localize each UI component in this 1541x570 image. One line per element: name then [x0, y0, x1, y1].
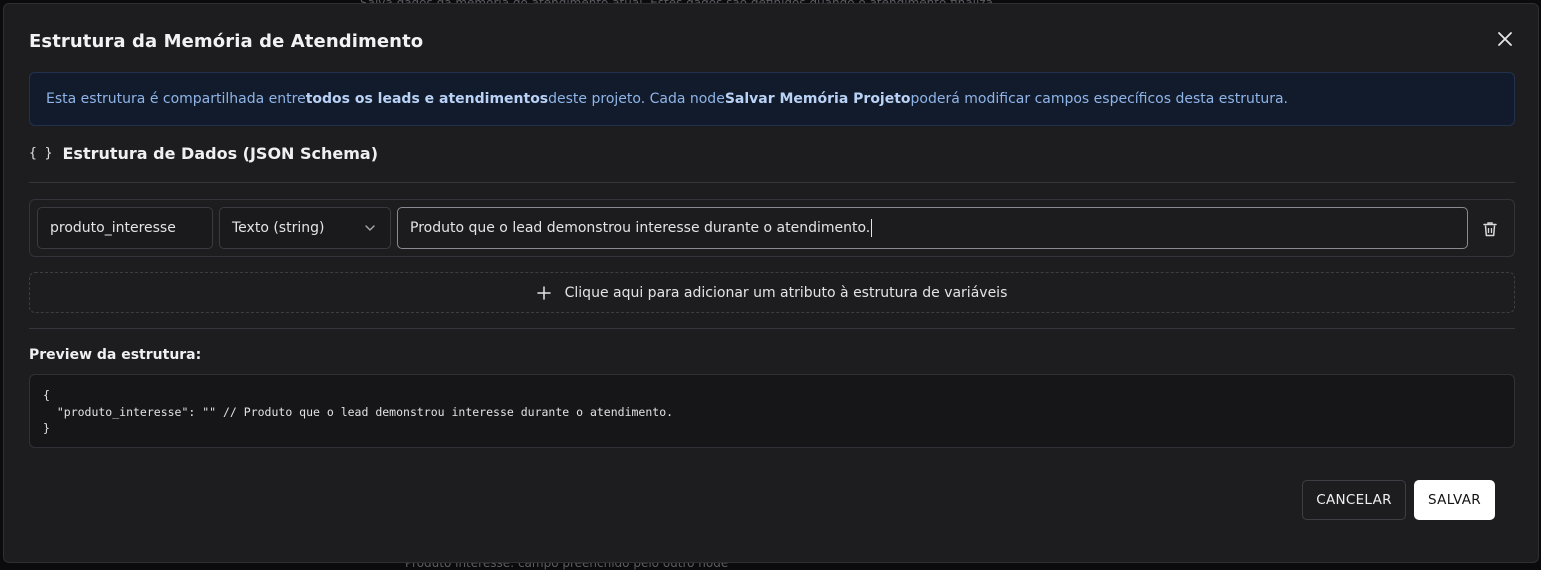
- schema-preview-code: { "produto_interesse": "" // Produto que…: [29, 374, 1515, 448]
- trash-icon[interactable]: [1480, 219, 1500, 239]
- schema-section-header: { } Estrutura de Dados (JSON Schema): [29, 144, 378, 163]
- plus-icon: [537, 283, 551, 303]
- attribute-name-value: produto_interesse: [50, 220, 176, 236]
- cancel-button[interactable]: CANCELAR: [1302, 480, 1406, 520]
- save-button[interactable]: SALVAR: [1414, 480, 1495, 520]
- attribute-type-value: Texto (string): [232, 220, 324, 236]
- memory-structure-dialog: Estrutura da Memória de Atendimento Esta…: [3, 3, 1539, 563]
- add-attribute-label: Clique aqui para adicionar um atributo à…: [565, 285, 1008, 301]
- info-banner: Esta estrutura é compartilhada entre tod…: [29, 72, 1515, 126]
- banner-text-1: Esta estrutura é compartilhada entre: [46, 91, 306, 107]
- schema-section-title: Estrutura de Dados (JSON Schema): [62, 144, 378, 163]
- attribute-row: produto_interesse Texto (string) Produto…: [29, 199, 1515, 257]
- braces-icon: { }: [29, 146, 52, 161]
- banner-text-3: poderá modificar campos específicos dest…: [911, 91, 1288, 107]
- add-attribute-button[interactable]: Clique aqui para adicionar um atributo à…: [29, 272, 1515, 313]
- dialog-title: Estrutura da Memória de Atendimento: [29, 31, 423, 52]
- close-icon[interactable]: [1494, 28, 1516, 50]
- attribute-description-input[interactable]: Produto que o lead demonstrou interesse …: [397, 207, 1468, 249]
- chevron-down-icon: [364, 220, 376, 236]
- attribute-type-select[interactable]: Texto (string): [219, 207, 391, 249]
- banner-bold-1: todos os leads e atendimentos: [306, 91, 548, 107]
- banner-bold-2: Salvar Memória Projeto: [725, 91, 911, 107]
- preview-label: Preview da estrutura:: [29, 347, 201, 363]
- text-cursor: [871, 219, 872, 237]
- attribute-name-input[interactable]: produto_interesse: [37, 207, 213, 249]
- divider: [29, 182, 1515, 183]
- divider: [29, 328, 1515, 329]
- attribute-description-value: Produto que o lead demonstrou interesse …: [410, 220, 870, 236]
- banner-text-2: deste projeto. Cada node: [548, 91, 725, 107]
